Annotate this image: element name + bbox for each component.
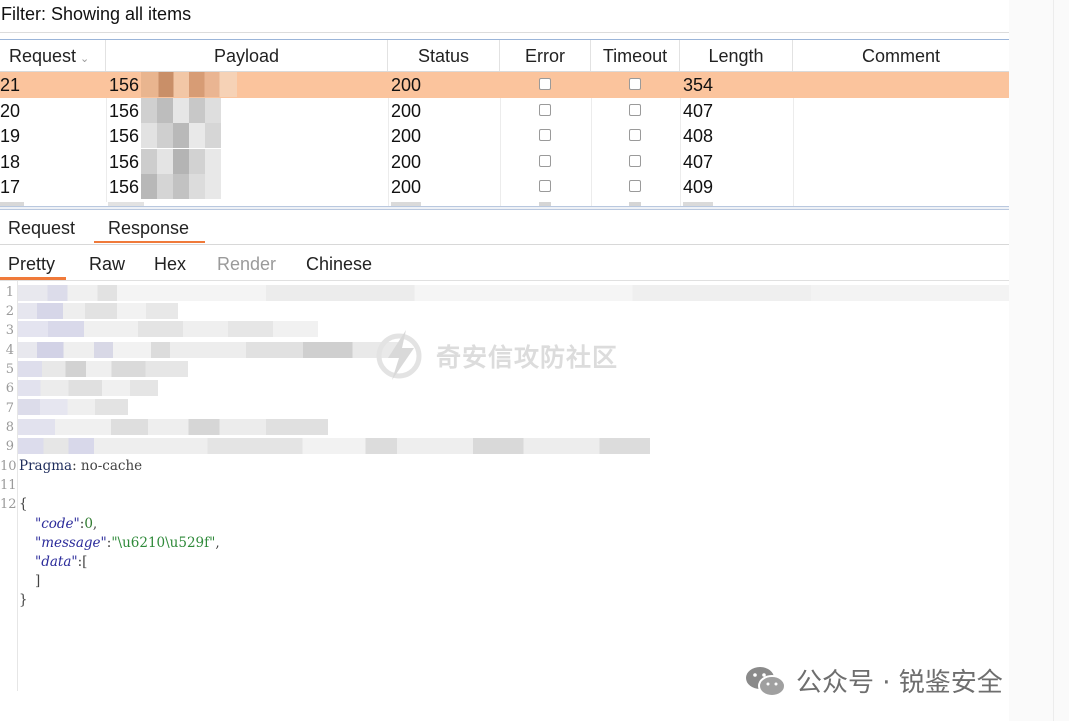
cell-length: 408 — [683, 126, 714, 146]
json-close-bracket: ] — [35, 573, 41, 589]
cell-request: 21 — [0, 75, 21, 95]
tab-pretty[interactable]: Pretty — [8, 245, 55, 279]
error-checkbox — [539, 103, 551, 116]
tab-hex[interactable]: Hex — [154, 245, 186, 279]
line-number-gutter: 1 2 3 4 5 6 7 8 9 10 11 12 — [0, 281, 18, 691]
cell-status: 200 — [391, 75, 422, 95]
line-number: 9 — [5, 439, 14, 454]
active-tab-indicator — [94, 241, 205, 243]
results-table-header: Request ⌄ Payload Status Error Timeout Le… — [0, 40, 1009, 72]
column-header-request[interactable]: Request ⌄ — [0, 40, 106, 71]
tab-raw[interactable]: Raw — [89, 245, 125, 279]
line-number: 6 — [5, 381, 14, 396]
cell-length: 354 — [683, 75, 714, 95]
filter-bar[interactable]: Filter: Showing all items — [0, 2, 1009, 28]
tab-response[interactable]: Response — [108, 210, 189, 243]
cell-request: 20 — [0, 100, 21, 121]
redacted-payload — [141, 148, 221, 174]
line-number: 7 — [5, 401, 14, 416]
watermark: 奇安信攻防社区 — [372, 326, 642, 382]
line-number: 10 — [0, 459, 17, 474]
header-line-pragma: Pragma: no-cache — [19, 458, 143, 474]
cell-status: 200 — [391, 126, 422, 146]
error-checkbox — [539, 154, 551, 167]
cell-status: 200 — [391, 100, 422, 121]
cell-payload: 156 — [109, 177, 140, 197]
filter-text: Filter: Showing all items — [1, 4, 192, 24]
json-close-brace: } — [19, 592, 28, 608]
sort-chevron-icon: ⌄ — [80, 53, 90, 65]
clipped-row-fragment — [539, 201, 551, 206]
cell-payload: 156 — [109, 126, 140, 146]
message-tabs: Request Response — [0, 210, 1009, 245]
intruder-results-panel: Filter: Showing all items Request ⌄ Paylo… — [0, 0, 1009, 721]
timeout-checkbox — [629, 180, 641, 192]
results-table-body: 21 156 200 354 20 156 200 407 19 156 200 — [0, 72, 1009, 206]
redacted-payload — [141, 174, 221, 199]
line-number: 4 — [5, 343, 14, 358]
cell-status: 200 — [391, 151, 422, 172]
json-open-brace: { — [19, 496, 28, 512]
json-line-data: "data":[ — [35, 554, 88, 570]
cell-payload: 156 — [109, 151, 140, 172]
line-number: 5 — [5, 362, 14, 377]
cell-request: 18 — [0, 151, 21, 172]
tab-request[interactable]: Request — [8, 210, 75, 243]
wechat-icon — [746, 667, 786, 697]
line-number: 12 — [0, 497, 17, 512]
table-row[interactable]: 21 156 200 354 — [0, 72, 1009, 98]
tab-render: Render — [217, 254, 277, 274]
redacted-payload — [141, 72, 237, 97]
clipped-row-fragment — [629, 201, 641, 206]
line-number: 1 — [5, 285, 14, 300]
line-number: 2 — [5, 304, 14, 319]
column-header-payload[interactable]: Payload — [106, 40, 388, 71]
cell-request: 17 — [0, 177, 21, 197]
error-checkbox — [539, 180, 551, 192]
divider — [0, 32, 1009, 33]
timeout-checkbox — [629, 129, 641, 141]
view-tabs: Pretty Raw Hex Render Chinese — [0, 245, 1009, 281]
active-view-indicator — [0, 277, 66, 280]
wechat-attribution: 公众号 · 锐鉴安全 — [744, 660, 1044, 700]
column-header-length[interactable]: Length — [680, 40, 793, 71]
watermark-text: 奇安信攻防社区 — [436, 343, 619, 372]
timeout-checkbox — [629, 78, 641, 90]
cell-payload: 156 — [109, 75, 140, 95]
cell-payload: 156 — [109, 100, 140, 121]
table-row[interactable]: 19 156 200 408 — [0, 123, 1009, 149]
error-checkbox — [539, 78, 551, 90]
timeout-checkbox — [629, 154, 641, 167]
tab-chinese[interactable]: Chinese — [306, 245, 372, 279]
line-number: 3 — [5, 323, 14, 338]
footer-text: 公众号 · 锐鉴安全 — [796, 668, 1003, 698]
column-header-comment[interactable]: Comment — [793, 40, 1009, 71]
column-header-error[interactable]: Error — [500, 40, 591, 71]
redacted-payload — [141, 97, 221, 123]
right-scroll-strip — [1009, 0, 1069, 721]
table-row[interactable]: 18 156 200 407 — [0, 148, 1009, 175]
cell-length: 409 — [683, 177, 714, 197]
cell-status: 200 — [391, 177, 422, 197]
column-header-status[interactable]: Status — [388, 40, 500, 71]
json-line-message: "message":"\u6210\u529f", — [35, 535, 220, 551]
line-number: 11 — [0, 478, 17, 493]
cell-length: 407 — [683, 100, 714, 121]
table-row[interactable]: 17 156 200 409 — [0, 174, 1009, 200]
timeout-checkbox — [629, 103, 641, 116]
lightning-logo-icon — [376, 330, 422, 380]
cell-length: 407 — [683, 151, 714, 172]
column-header-timeout[interactable]: Timeout — [591, 40, 680, 71]
error-checkbox — [539, 129, 551, 141]
redacted-payload — [141, 123, 221, 148]
json-line-code: "code":0, — [35, 516, 98, 532]
cell-request: 19 — [0, 126, 21, 146]
table-row[interactable]: 20 156 200 407 — [0, 97, 1009, 124]
line-number: 8 — [5, 420, 14, 435]
